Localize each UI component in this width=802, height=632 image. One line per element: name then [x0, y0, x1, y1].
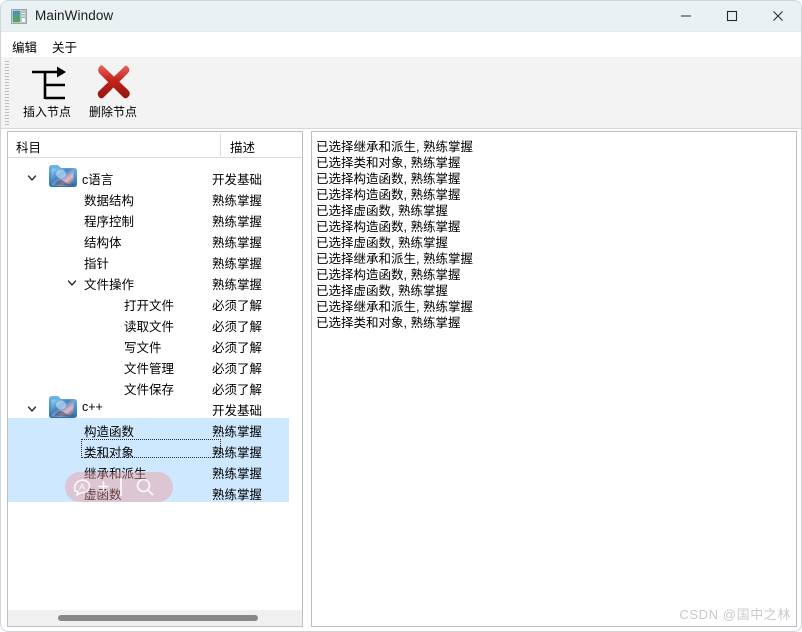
tree-row[interactable]: 结构体 熟练掌握: [8, 229, 302, 250]
insert-node-button[interactable]: 插入节点: [13, 59, 81, 125]
delete-node-button[interactable]: 删除节点: [79, 59, 147, 125]
chevron-down-icon[interactable]: [26, 171, 38, 183]
tree-row-name: c语言: [82, 173, 114, 187]
widget-separator: [120, 478, 122, 496]
tree-row-name: 类和对象: [84, 446, 135, 460]
tree-row-name: 程序控制: [84, 215, 135, 229]
column-header-subject[interactable]: 科目: [16, 137, 41, 156]
tree-row[interactable]: 读取文件 必须了解: [8, 313, 302, 334]
tree-horizontal-scrollbar[interactable]: [8, 609, 302, 626]
tree-row-description: 熟练掌握: [212, 194, 263, 208]
tree-row[interactable]: 数据结构 熟练掌握: [8, 187, 302, 208]
tree-row[interactable]: 文件操作 熟练掌握: [8, 271, 302, 292]
tree-row-name: c++: [82, 400, 103, 414]
tree-row-description: 开发基础: [212, 173, 263, 187]
chevron-down-icon[interactable]: [66, 276, 78, 288]
tree-header: 科目 描述: [8, 132, 302, 158]
tree-row-description: 熟练掌握: [212, 446, 263, 460]
folder-icon: [48, 392, 78, 419]
plus-icon[interactable]: [97, 480, 110, 493]
search-icon[interactable]: [135, 477, 155, 497]
tree-row[interactable]: 程序控制 熟练掌握: [8, 208, 302, 229]
insert-node-icon: [26, 61, 68, 103]
column-divider[interactable]: [220, 134, 221, 156]
delete-node-label: 删除节点: [88, 105, 137, 119]
tree-row-name: 写文件: [124, 341, 162, 355]
insert-node-label: 插入节点: [22, 105, 71, 119]
tree-row-name: 构造函数: [84, 425, 135, 439]
app-window-icon: [11, 9, 27, 24]
tree-row-description: 熟练掌握: [212, 467, 263, 481]
tree-row[interactable]: 写文件 必须了解: [8, 334, 302, 355]
tree-row-name: 指针: [84, 257, 110, 271]
tree-row-description: 熟练掌握: [212, 236, 263, 250]
tree-row-name: 结构体: [84, 236, 122, 250]
tree-row-description: 熟练掌握: [212, 488, 263, 502]
main-window: MainWindow 编辑 关于 插入节点 删除节点 科目 描述 c语言 开发基…: [0, 0, 802, 632]
toolbar: 插入节点 删除节点: [1, 57, 801, 129]
tree-row[interactable]: 指针 熟练掌握: [8, 250, 302, 271]
tree-row-description: 熟练掌握: [212, 215, 263, 229]
tree-row[interactable]: 文件管理 必须了解: [8, 355, 302, 376]
tree-row-description: 必须了解: [212, 383, 263, 397]
tree-row-description: 熟练掌握: [212, 278, 263, 292]
tree-row-description: 必须了解: [212, 320, 263, 334]
tree-row-description: 必须了解: [212, 362, 263, 376]
menu-bar: 编辑 关于: [1, 32, 801, 57]
svg-text:A: A: [79, 482, 85, 492]
minimize-icon[interactable]: [663, 1, 709, 31]
log-line: 已选择类和对象, 熟练掌握: [316, 316, 461, 330]
subject-tree-panel: 科目 描述 c语言 开发基础 数据结构 熟练掌握 程序控制 熟练掌握 结构体 熟练掌握 指针 熟练…: [7, 131, 303, 627]
chevron-down-icon[interactable]: [26, 402, 38, 414]
tree-row[interactable]: 构造函数 熟练掌握: [8, 418, 302, 439]
tree-row[interactable]: c语言 开发基础: [8, 165, 302, 187]
tree-row[interactable]: 类和对象 熟练掌握: [8, 439, 302, 460]
tree-row-description: 熟练掌握: [212, 257, 263, 271]
tree-row-name: 数据结构: [84, 194, 135, 208]
tree-row-name: 读取文件: [124, 320, 175, 334]
folder-icon: [48, 161, 78, 188]
tree-row-description: 必须了解: [212, 341, 263, 355]
delete-node-icon: [92, 61, 134, 103]
column-header-description[interactable]: 描述: [230, 137, 255, 156]
window-title: MainWindow: [35, 8, 114, 23]
tree-row[interactable]: 打开文件 必须了解: [8, 292, 302, 313]
tree-row-description: 熟练掌握: [212, 425, 263, 439]
tree-rows[interactable]: c语言 开发基础 数据结构 熟练掌握 程序控制 熟练掌握 结构体 熟练掌握 指针 熟练掌握 文件操作…: [8, 158, 302, 601]
menu-item-about[interactable]: 关于: [49, 36, 80, 57]
log-panel[interactable]: 已选择继承和派生, 熟练掌握 已选择类和对象, 熟练掌握 已选择构造函数, 熟练掌握…: [311, 131, 797, 627]
tree-row-name: 打开文件: [124, 299, 175, 313]
toolbar-grip[interactable]: [5, 61, 9, 125]
tree-vertical-scrollbar[interactable]: [289, 158, 302, 601]
tree-row-description: 必须了解: [212, 299, 263, 313]
menu-item-edit[interactable]: 编辑: [9, 36, 40, 57]
translate-a-icon[interactable]: A: [72, 477, 92, 497]
tree-row[interactable]: c++ 开发基础: [8, 396, 302, 418]
tree-row-name: 文件保存: [124, 383, 175, 397]
tree-row-description: 开发基础: [212, 404, 263, 418]
maximize-icon[interactable]: [709, 1, 755, 31]
csdn-watermark: CSDN @国中之林: [679, 607, 791, 622]
tree-row-name: 文件操作: [84, 278, 135, 292]
title-bar: MainWindow: [1, 1, 801, 32]
close-icon[interactable]: [755, 1, 801, 31]
tree-horizontal-scroll-thumb[interactable]: [58, 615, 258, 621]
tree-row-name: 文件管理: [124, 362, 175, 376]
floating-translate-widget[interactable]: A: [65, 472, 173, 502]
